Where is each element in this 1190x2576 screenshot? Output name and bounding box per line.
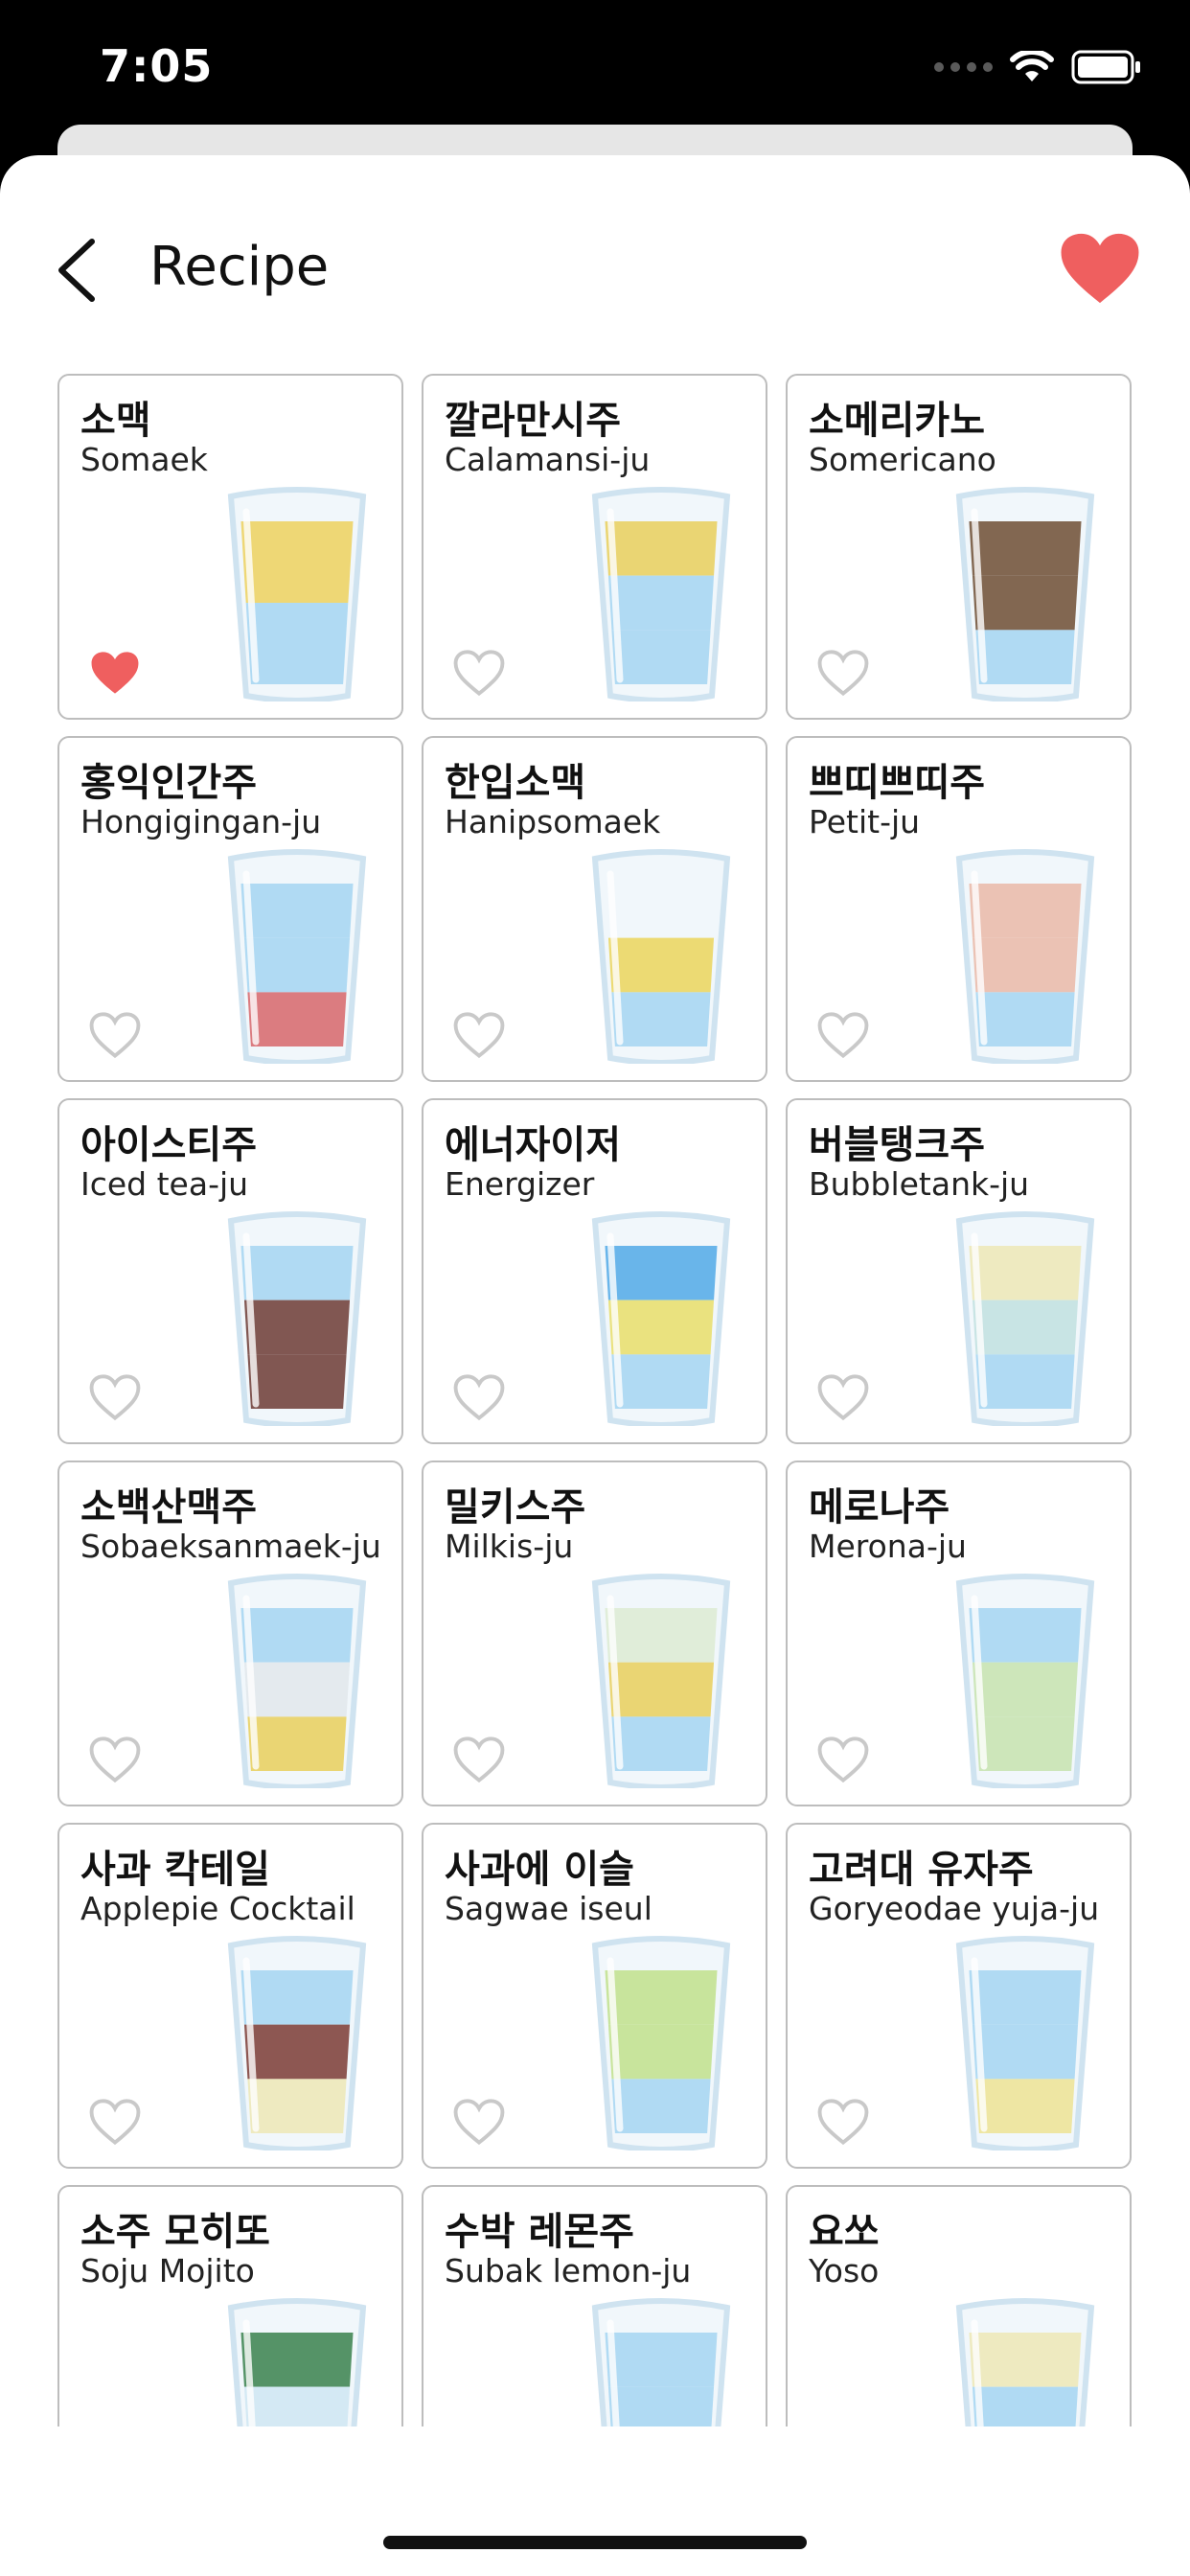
drink-glass-icon <box>955 1211 1095 1426</box>
recipe-card[interactable]: 소백산맥주 Sobaeksanmaek-ju <box>57 1460 403 1806</box>
heart-outline-icon[interactable] <box>452 1011 506 1059</box>
heart-filled-icon[interactable] <box>88 649 142 697</box>
recipe-korean-name: 밀키스주 <box>445 1485 586 1530</box>
recipe-card[interactable]: 밀키스주 Milkis-ju <box>422 1460 767 1806</box>
status-time: 7:05 <box>100 40 214 92</box>
recipe-card[interactable]: 아이스티주 Iced tea-ju <box>57 1098 403 1444</box>
recipe-korean-name: 한입소맥 <box>445 761 586 805</box>
recipe-english-name: Hanipsomaek <box>445 803 661 840</box>
heart-outline-icon[interactable] <box>88 1011 142 1059</box>
recipe-korean-name: 소맥 <box>80 399 151 443</box>
recipe-card[interactable]: 홍익인간주 Hongigingan-ju <box>57 736 403 1082</box>
recipe-english-name: Sagwae iseul <box>445 1890 652 1927</box>
heart-outline-icon[interactable] <box>452 1373 506 1421</box>
recipe-korean-name: 소주 모히또 <box>80 2210 270 2254</box>
recipe-english-name: Applepie Cocktail <box>80 1890 355 1927</box>
navigation-bar: Recipe <box>0 155 1190 366</box>
heart-outline-icon[interactable] <box>88 1373 142 1421</box>
heart-outline-icon[interactable] <box>816 1736 870 1783</box>
drink-glass-icon <box>955 1936 1095 2150</box>
recipe-english-name: Subak lemon-ju <box>445 2252 692 2289</box>
heart-outline-icon[interactable] <box>816 649 870 697</box>
recipe-english-name: Goryeodae yuja-ju <box>809 1890 1100 1927</box>
heart-outline-icon[interactable] <box>88 2098 142 2146</box>
page-title: Recipe <box>149 236 330 298</box>
recipe-card[interactable]: 에너자이저 Energizer <box>422 1098 767 1444</box>
recipe-card[interactable]: 고려대 유자주 Goryeodae yuja-ju <box>786 1823 1132 2169</box>
recipe-english-name: Petit-ju <box>809 803 921 840</box>
status-bar: 7:05 <box>0 0 1190 144</box>
recipe-grid: 소맥 Somaek 깔라만시주 Calamansi-ju 소메리카노 Somericano… <box>57 374 1133 2531</box>
recipe-korean-name: 수박 레몬주 <box>445 2210 634 2254</box>
recipe-english-name: Somericano <box>809 441 996 478</box>
recipe-korean-name: 메로나주 <box>809 1485 950 1530</box>
favorites-heart-icon[interactable] <box>1058 230 1142 307</box>
recipe-korean-name: 소백산맥주 <box>80 1485 257 1530</box>
recipe-korean-name: 요쏘 <box>809 2210 880 2254</box>
recipe-korean-name: 버블탱크주 <box>809 1123 985 1167</box>
drink-glass-icon <box>955 1574 1095 1788</box>
back-button[interactable] <box>48 232 115 309</box>
recipe-english-name: Merona-ju <box>809 1528 967 1565</box>
recipe-korean-name: 소메리카노 <box>809 399 985 443</box>
heart-outline-icon[interactable] <box>816 1373 870 1421</box>
status-icons <box>934 50 1142 84</box>
recipe-korean-name: 아이스티주 <box>80 1123 257 1167</box>
drink-glass-icon <box>227 1574 367 1788</box>
recipe-card[interactable]: 깔라만시주 Calamansi-ju <box>422 374 767 720</box>
drink-glass-icon <box>227 1936 367 2150</box>
recipe-card[interactable]: 메로나주 Merona-ju <box>786 1460 1132 1806</box>
recipe-english-name: Iced tea-ju <box>80 1165 249 1203</box>
recipe-korean-name: 고려대 유자주 <box>809 1848 1034 1892</box>
heart-outline-icon[interactable] <box>452 649 506 697</box>
recipe-card[interactable]: 한입소맥 Hanipsomaek <box>422 736 767 1082</box>
recipe-english-name: Milkis-ju <box>445 1528 574 1565</box>
drink-glass-icon <box>591 849 731 1064</box>
recipe-korean-name: 사과에 이슬 <box>445 1848 634 1892</box>
recipe-english-name: Bubbletank-ju <box>809 1165 1030 1203</box>
drink-glass-icon <box>227 1211 367 1426</box>
drink-glass-icon <box>955 849 1095 1064</box>
recipe-english-name: Sobaeksanmaek-ju <box>80 1528 381 1565</box>
drink-glass-icon <box>591 1211 731 1426</box>
heart-outline-icon[interactable] <box>816 2098 870 2146</box>
recipe-english-name: Hongigingan-ju <box>80 803 322 840</box>
recipe-english-name: Somaek <box>80 441 208 478</box>
drink-glass-icon <box>591 1936 731 2150</box>
recipe-english-name: Energizer <box>445 1165 595 1203</box>
heart-outline-icon[interactable] <box>816 1011 870 1059</box>
drink-glass-icon <box>227 487 367 702</box>
recipe-card[interactable]: 소맥 Somaek <box>57 374 403 720</box>
recipe-card[interactable]: 버블탱크주 Bubbletank-ju <box>786 1098 1132 1444</box>
recipe-korean-name: 쁘띠쁘띠주 <box>809 761 985 805</box>
wifi-icon <box>1010 51 1054 81</box>
recipe-korean-name: 사과 칵테일 <box>80 1848 270 1892</box>
recipe-sheet: Recipe 소맥 Somaek 깔라만시주 Calamansi-ju 소메리카노 Som… <box>0 155 1190 2576</box>
recipe-english-name: Calamansi-ju <box>445 441 651 478</box>
recipe-card[interactable]: 소메리카노 Somericano <box>786 374 1132 720</box>
recipe-card[interactable]: 사과 칵테일 Applepie Cocktail <box>57 1823 403 2169</box>
drink-glass-icon <box>227 849 367 1064</box>
drink-glass-icon <box>591 487 731 702</box>
home-indicator[interactable] <box>383 2536 807 2549</box>
bottom-area <box>0 2426 1190 2576</box>
heart-outline-icon[interactable] <box>452 1736 506 1783</box>
heart-outline-icon[interactable] <box>452 2098 506 2146</box>
recipe-english-name: Yoso <box>809 2252 880 2289</box>
battery-icon <box>1071 50 1140 84</box>
drink-glass-icon <box>955 487 1095 702</box>
cellular-signal-icon <box>934 62 993 72</box>
recipe-card[interactable]: 쁘띠쁘띠주 Petit-ju <box>786 736 1132 1082</box>
recipe-card[interactable]: 사과에 이슬 Sagwae iseul <box>422 1823 767 2169</box>
recipe-korean-name: 깔라만시주 <box>445 399 621 443</box>
recipe-korean-name: 에너자이저 <box>445 1123 621 1167</box>
recipe-korean-name: 홍익인간주 <box>80 761 257 805</box>
recipe-english-name: Soju Mojito <box>80 2252 255 2289</box>
drink-glass-icon <box>591 1574 731 1788</box>
heart-outline-icon[interactable] <box>88 1736 142 1783</box>
